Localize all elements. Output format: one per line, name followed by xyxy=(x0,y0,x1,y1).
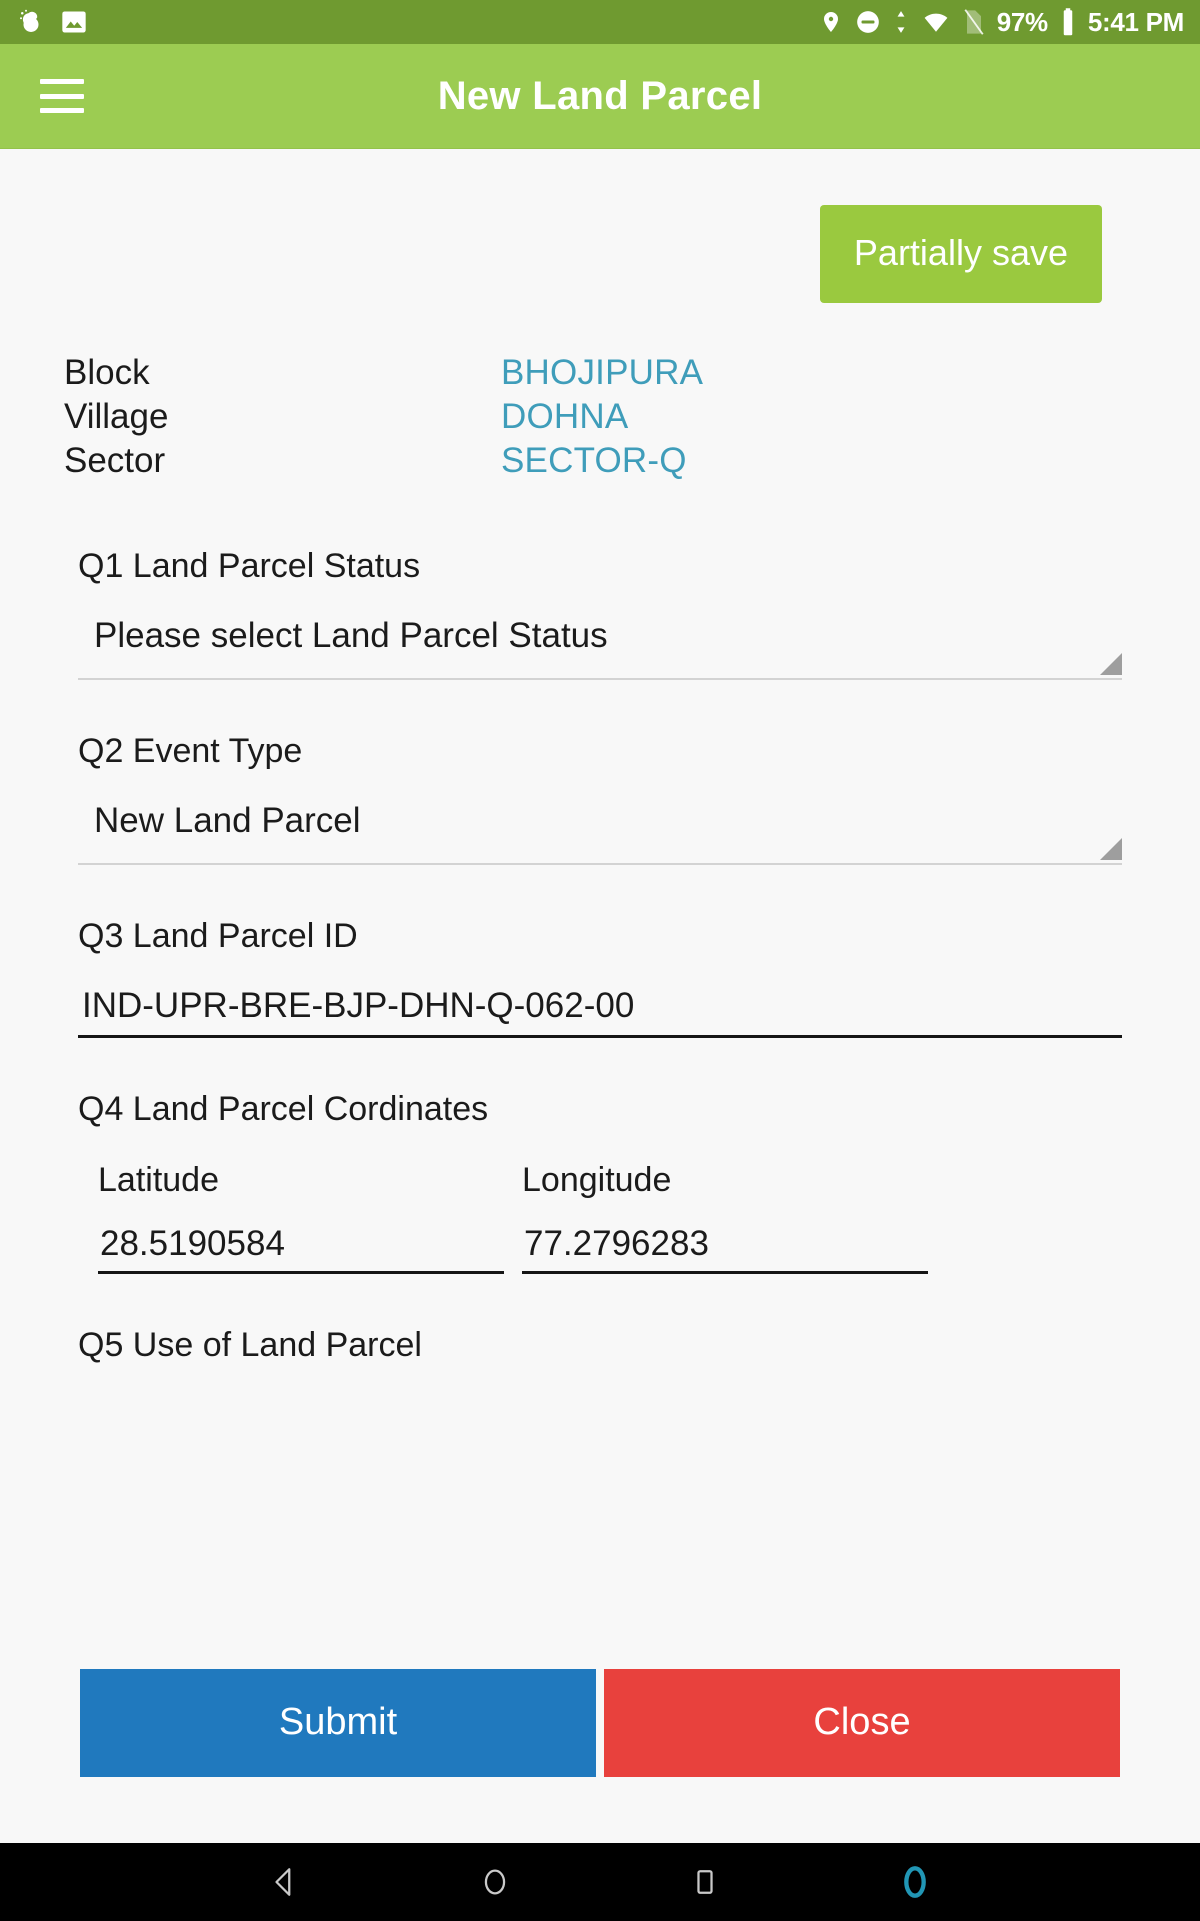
field-q3-land-parcel-id: Q3 Land Parcel ID IND-UPR-BRE-BJP-DHN-Q-… xyxy=(78,917,1122,1038)
clock-label: 5:41 PM xyxy=(1087,7,1184,37)
label-q5: Q5 Use of Land Parcel xyxy=(78,1326,422,1364)
label-q1: Q1 Land Parcel Status xyxy=(78,547,421,585)
field-q4-land-parcel-cordinates: Q4 Land Parcel Cordinates Latitude 28.51… xyxy=(78,1090,1122,1274)
field-q1-land-parcel-status: Q1 Land Parcel Status Please select Land… xyxy=(78,547,1122,680)
select-q1-land-parcel-status[interactable]: Please select Land Parcel Status xyxy=(78,618,1122,680)
partially-save-row: Partially save xyxy=(0,149,1200,303)
meta-label-sector: Sector xyxy=(64,441,166,480)
label-longitude: Longitude xyxy=(522,1161,672,1199)
android-navigation-bar xyxy=(0,1843,1200,1921)
meta-label-village: Village xyxy=(64,397,169,436)
location-meta-table: Block BHOJIPURA Village DOHNA Sector SEC… xyxy=(64,353,1200,485)
meta-value-sector: SECTOR-Q xyxy=(501,441,687,480)
battery-icon xyxy=(1060,7,1076,37)
select-q2-event-type[interactable]: New Land Parcel xyxy=(78,803,1122,865)
recents-square-icon[interactable] xyxy=(670,1847,740,1917)
location-pin-icon xyxy=(819,8,843,36)
page-title: New Land Parcel xyxy=(437,73,763,118)
label-latitude: Latitude xyxy=(98,1161,219,1199)
status-bar: 97% 5:41 PM xyxy=(0,0,1200,44)
wifi-icon xyxy=(921,9,951,35)
sync-arrows-icon xyxy=(893,9,909,35)
dropdown-triangle-icon xyxy=(1100,653,1122,675)
field-q5-use-of-land-parcel: Q5 Use of Land Parcel xyxy=(78,1326,1122,1365)
form-content: Partially save Block BHOJIPURA Village D… xyxy=(0,149,1200,1843)
home-circle-icon[interactable] xyxy=(460,1847,530,1917)
meta-row-block: Block BHOJIPURA xyxy=(64,353,1200,397)
weather-cloud-icon xyxy=(16,7,46,37)
assistant-icon[interactable] xyxy=(880,1847,950,1917)
select-q2-value: New Land Parcel xyxy=(94,801,361,840)
label-q4: Q4 Land Parcel Cordinates xyxy=(78,1090,489,1128)
meta-label-block: Block xyxy=(64,353,150,392)
select-q1-value: Please select Land Parcel Status xyxy=(94,616,608,655)
battery-percent-label: 97% xyxy=(996,7,1048,37)
coordinates-row: Latitude 28.5190584 Longitude 77.2796283 xyxy=(78,1161,1122,1274)
sim-card-off-icon xyxy=(963,8,985,36)
close-button[interactable]: Close xyxy=(604,1669,1120,1777)
back-triangle-icon[interactable] xyxy=(250,1847,320,1917)
longitude-group: Longitude 77.2796283 xyxy=(522,1161,928,1274)
meta-value-village: DOHNA xyxy=(501,397,629,436)
latitude-group: Latitude 28.5190584 xyxy=(98,1161,504,1274)
input-longitude[interactable]: 77.2796283 xyxy=(522,1226,928,1274)
partially-save-button[interactable]: Partially save xyxy=(819,205,1102,303)
meta-row-sector: Sector SECTOR-Q xyxy=(64,441,1200,485)
label-q3: Q3 Land Parcel ID xyxy=(78,917,358,955)
dropdown-triangle-icon xyxy=(1100,838,1122,860)
app-bar: New Land Parcel xyxy=(0,44,1200,149)
input-latitude[interactable]: 28.5190584 xyxy=(98,1226,504,1274)
status-bar-right-icons: 97% 5:41 PM xyxy=(819,7,1184,37)
do-not-disturb-icon xyxy=(855,9,881,35)
meta-value-block: BHOJIPURA xyxy=(501,353,704,392)
label-q2: Q2 Event Type xyxy=(78,732,303,770)
input-q3-land-parcel-id[interactable]: IND-UPR-BRE-BJP-DHN-Q-062-00 xyxy=(78,988,1122,1038)
gallery-image-icon xyxy=(60,8,88,36)
meta-row-village: Village DOHNA xyxy=(64,397,1200,441)
status-bar-left-icons xyxy=(16,7,88,37)
questions-form: Q1 Land Parcel Status Please select Land… xyxy=(78,547,1122,1365)
action-bar: Submit Close xyxy=(0,1669,1200,1777)
submit-button[interactable]: Submit xyxy=(80,1669,596,1777)
field-q2-event-type: Q2 Event Type New Land Parcel xyxy=(78,732,1122,865)
